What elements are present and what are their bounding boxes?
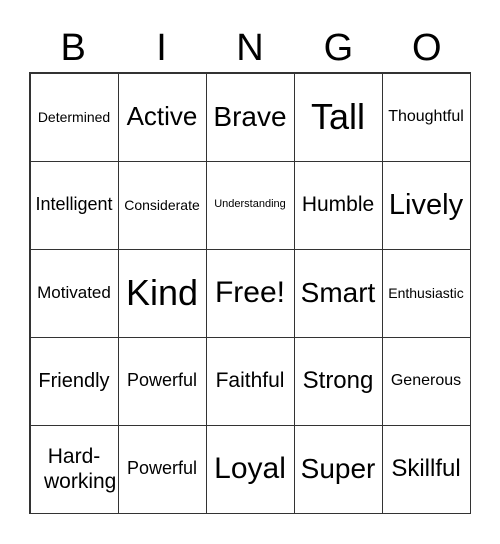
bingo-cell[interactable]: Generous — [381, 336, 471, 426]
header-letter: B — [60, 27, 86, 69]
bingo-cell[interactable]: Smart — [293, 248, 383, 338]
cell-label: Humble — [301, 193, 375, 217]
cell-label: Lively — [388, 188, 464, 221]
header-letter: I — [156, 27, 167, 69]
bingo-cell[interactable]: Motivated — [29, 248, 119, 338]
cell-label: Loyal — [214, 452, 286, 485]
cell-label: Smart — [300, 277, 376, 309]
bingo-cell[interactable]: Powerful — [117, 424, 207, 514]
cell-label: Determined — [37, 108, 111, 125]
cell-label: Free! — [214, 276, 286, 309]
cell-label: Generous — [390, 372, 462, 390]
cell-label: Motivated — [37, 282, 111, 302]
cell-label: Super — [300, 453, 376, 485]
bingo-cell[interactable]: Lively — [381, 160, 471, 250]
cell-label: Active — [126, 101, 198, 132]
bingo-cell[interactable]: Powerful — [117, 336, 207, 426]
bingo-cell[interactable]: Tall — [293, 72, 383, 162]
cell-label: Tall — [310, 96, 366, 138]
bingo-cell[interactable]: Loyal — [205, 424, 295, 514]
cell-label: Skillful — [391, 454, 461, 482]
cell-label: Thoughtful — [388, 108, 464, 126]
bingo-cell[interactable]: Understanding — [205, 160, 295, 250]
cell-label: Strong — [302, 366, 374, 394]
bingo-cell[interactable]: Considerate — [117, 160, 207, 250]
bingo-cell[interactable]: Active — [117, 72, 207, 162]
bingo-cell[interactable]: Skillful — [381, 424, 471, 514]
cell-label: Faithful — [215, 369, 285, 393]
bingo-cell[interactable]: Hard-working — [29, 424, 119, 514]
cell-label: Intelligent — [35, 194, 113, 215]
cell-label: Friendly — [38, 370, 110, 392]
bingo-cell[interactable]: Friendly — [29, 336, 119, 426]
cell-label: Kind — [125, 272, 199, 314]
header-letter: O — [411, 27, 442, 69]
bingo-cell[interactable]: Determined — [29, 72, 119, 162]
bingo-cell[interactable]: Free! — [205, 248, 295, 338]
header-letter: G — [323, 27, 354, 69]
bingo-cell[interactable]: Thoughtful — [381, 72, 471, 162]
cell-label: Understanding — [214, 198, 286, 211]
bingo-cell[interactable]: Brave — [205, 72, 295, 162]
cell-label: Hard-working — [44, 444, 117, 493]
bingo-cell[interactable]: Super — [293, 424, 383, 514]
cell-label: Powerful — [126, 370, 198, 391]
bingo-cell[interactable]: Intelligent — [29, 160, 119, 250]
bingo-grid: Determined Active Brave Tall Thoughtful Intel… — [29, 72, 471, 514]
bingo-cell[interactable]: Faithful — [205, 336, 295, 426]
cell-label: Powerful — [126, 458, 198, 479]
bingo-cell[interactable]: Humble — [293, 160, 383, 250]
bingo-cell[interactable]: Kind — [117, 248, 207, 338]
bingo-header: BINGO — [29, 26, 471, 70]
cell-label: Considerate — [124, 196, 200, 213]
bingo-cell[interactable]: Enthusiastic — [381, 248, 471, 338]
bingo-cell[interactable]: Strong — [293, 336, 383, 426]
cell-label: Brave — [213, 101, 287, 133]
header-letter: N — [236, 27, 264, 69]
cell-label: Enthusiastic — [388, 284, 464, 301]
